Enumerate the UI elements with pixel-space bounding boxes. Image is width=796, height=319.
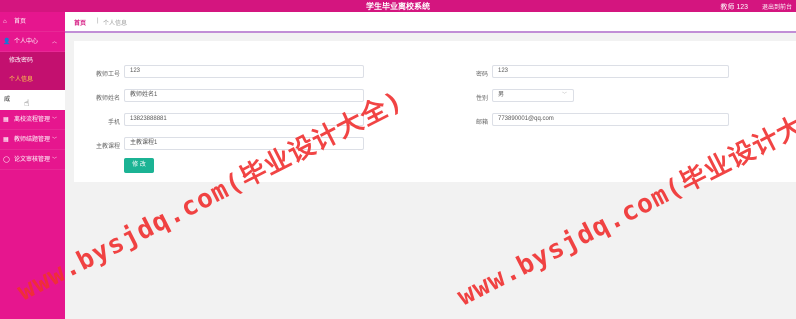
grid-icon: ▦ bbox=[3, 117, 9, 123]
top-bar: 学生毕业离校系统 教师 123 退出到前台 bbox=[0, 0, 796, 12]
sidebar-item-leave-process[interactable]: ▦ 离校流程管理 ﹀ bbox=[0, 110, 65, 130]
logout-link[interactable]: 退出到前台 bbox=[762, 2, 792, 11]
teacher-name-field[interactable]: 教师姓名1 bbox=[124, 89, 364, 102]
circle-icon: ◯ bbox=[3, 157, 10, 163]
sidebar-item-personal-center[interactable]: 👤 个人中心 ︿ bbox=[0, 32, 65, 52]
teacher-id-label: 教师工号 bbox=[95, 72, 120, 78]
email-label: 邮箱 bbox=[475, 120, 488, 126]
sidebar-item-label: 个人中心 bbox=[14, 39, 39, 45]
breadcrumb-current: 个人信息 bbox=[103, 21, 128, 27]
breadcrumb-home[interactable]: 首页 bbox=[74, 18, 86, 27]
submit-button[interactable]: 修 改 bbox=[124, 158, 154, 173]
sidebar-submenu: 修改密码 个人信息 bbox=[0, 52, 65, 90]
sidebar-item-teacher-project[interactable]: ▦ 教师结题管理 ﹀ bbox=[0, 130, 65, 150]
sidebar-item-label: 论文审核管理 bbox=[14, 157, 51, 163]
sidebar-item-label: 首页 bbox=[14, 19, 27, 25]
breadcrumb-separator: | bbox=[97, 18, 99, 24]
gender-value: 男 bbox=[498, 92, 505, 98]
user-icon: 👤 bbox=[3, 39, 11, 45]
grid-icon: ▦ bbox=[3, 137, 9, 143]
gender-select[interactable]: 男 ﹀ bbox=[492, 89, 574, 102]
app-title: 学生毕业离校系统 bbox=[366, 2, 430, 11]
sidebar-item-label: 教师结题管理 bbox=[14, 137, 51, 143]
chevron-down-icon: ﹀ bbox=[51, 137, 57, 143]
teacher-id-field[interactable]: 123 bbox=[124, 65, 364, 78]
sidebar-item-change-password[interactable]: 修改密码 bbox=[0, 52, 65, 71]
sidebar-item-label: 威 bbox=[4, 97, 11, 103]
password-field[interactable]: 123 bbox=[492, 65, 729, 78]
sidebar-item-home[interactable]: ⌂ 首页 bbox=[0, 12, 65, 32]
chevron-down-icon: ﹀ bbox=[561, 92, 567, 98]
sidebar-item-thesis-review[interactable]: ◯ 论文审核管理 ﹀ bbox=[0, 150, 65, 170]
course-label: 主教课程 bbox=[95, 144, 120, 150]
sidebar-item-blank[interactable]: 威 ☝ bbox=[0, 90, 65, 110]
chevron-down-icon: ﹀ bbox=[51, 117, 57, 123]
email-field[interactable]: 773890001@qq.com bbox=[492, 113, 729, 126]
sidebar-item-personal-info[interactable]: 个人信息 bbox=[0, 71, 65, 90]
current-user: 教师 123 bbox=[720, 4, 748, 11]
teacher-name-label: 教师姓名 bbox=[95, 96, 120, 102]
gender-label: 性别 bbox=[475, 96, 488, 102]
home-icon: ⌂ bbox=[3, 19, 7, 25]
chevron-down-icon: ﹀ bbox=[51, 157, 57, 163]
phone-label: 手机 bbox=[107, 120, 120, 126]
sidebar-item-label: 离校流程管理 bbox=[14, 117, 51, 123]
password-label: 密码 bbox=[475, 72, 488, 78]
breadcrumb: 首页 | 个人信息 bbox=[65, 12, 796, 33]
chevron-up-icon: ︿ bbox=[51, 39, 57, 45]
